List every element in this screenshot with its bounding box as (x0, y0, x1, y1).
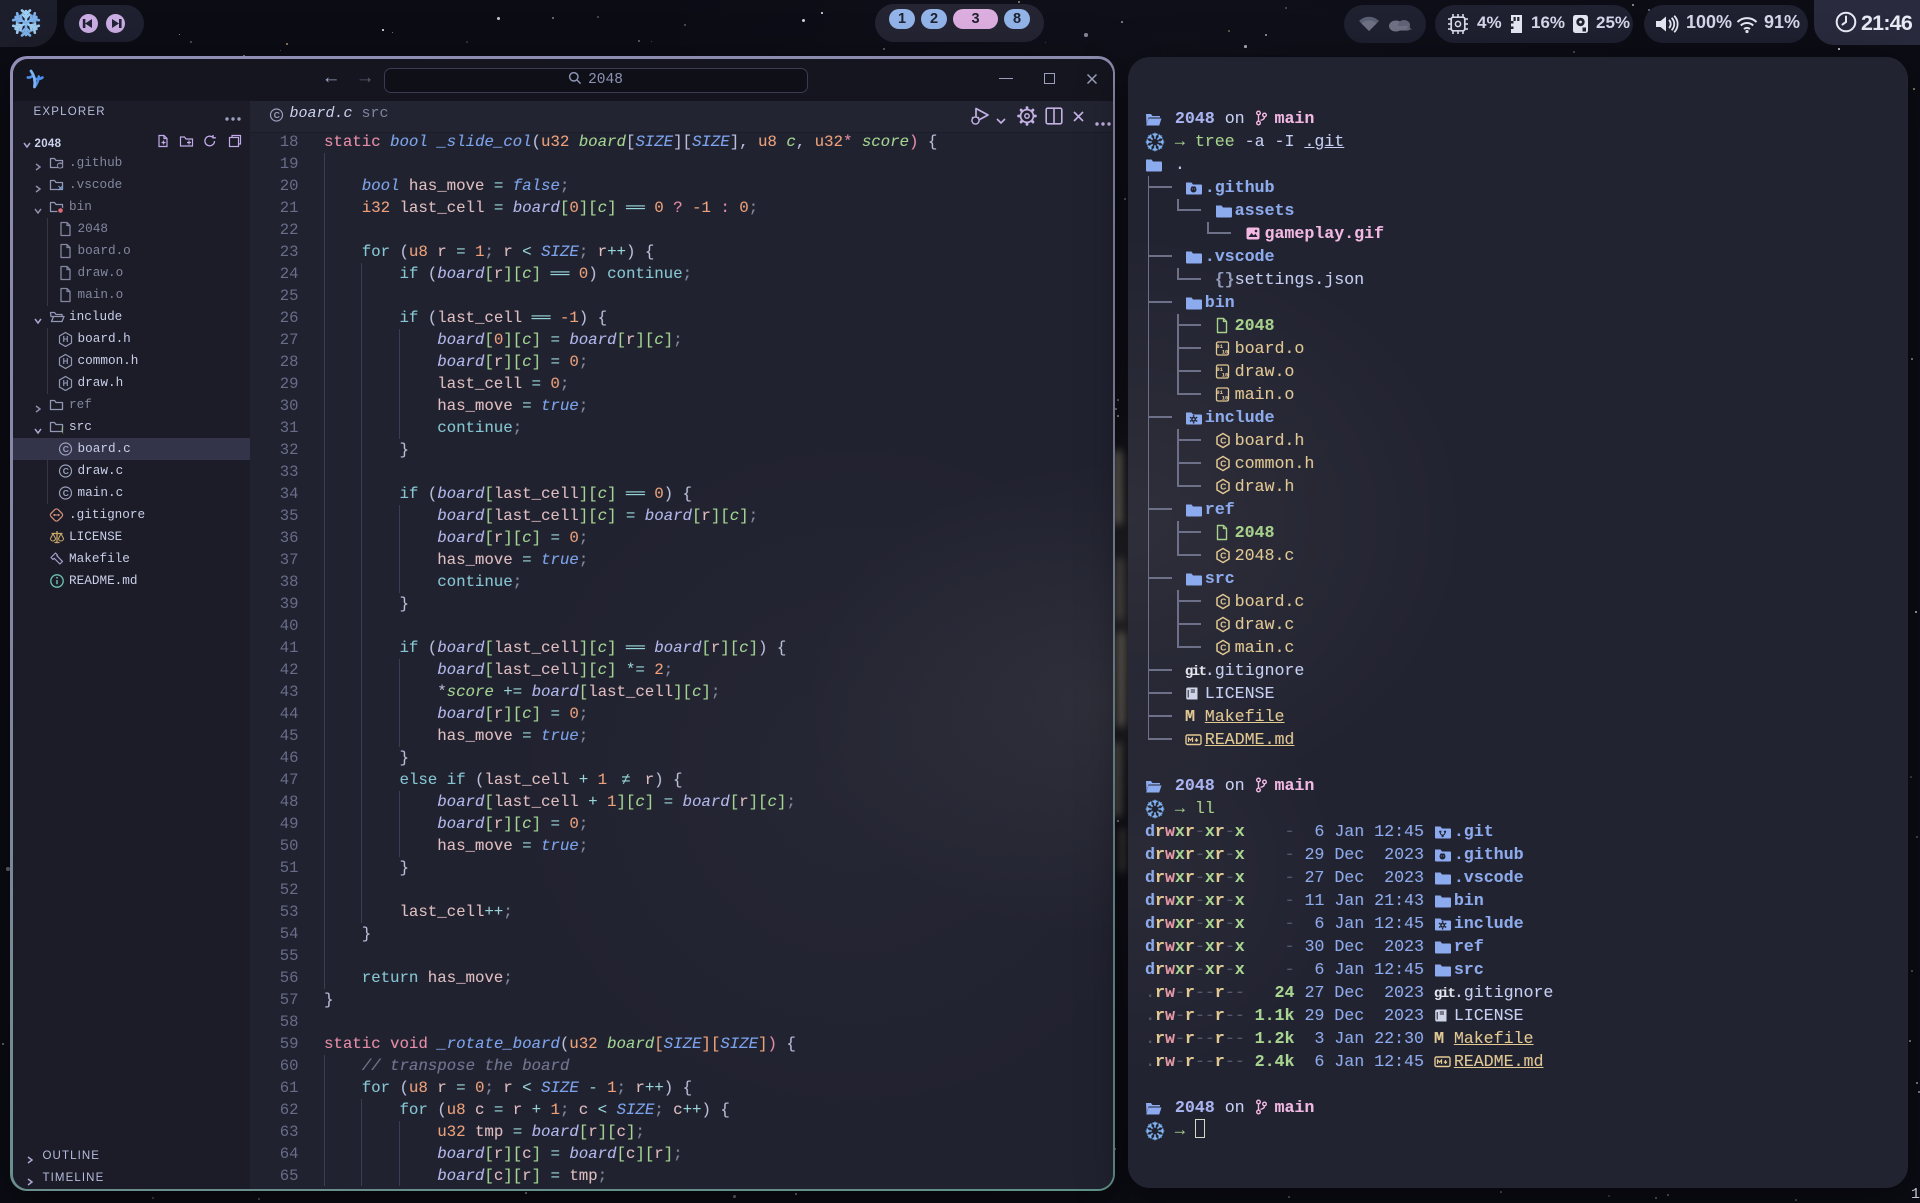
svg-text:10: 10 (1221, 348, 1228, 355)
svg-text:C: C (62, 488, 68, 498)
svg-text:10: 10 (1221, 394, 1228, 401)
svg-text:H: H (62, 335, 68, 344)
svg-text:H: H (62, 357, 68, 366)
svg-text:C: C (273, 110, 279, 120)
svg-text:H: H (62, 379, 68, 388)
svg-text:C: C (1220, 619, 1226, 629)
svg-text:C: C (62, 444, 68, 454)
svg-text:C: C (1220, 596, 1226, 606)
svg-text:C: C (1220, 435, 1226, 445)
svg-text:C: C (1220, 642, 1226, 652)
svg-text:C: C (1220, 550, 1226, 560)
svg-text:(): () (60, 427, 64, 435)
svg-text:C: C (1220, 481, 1226, 491)
svg-text:C: C (62, 466, 68, 476)
svg-text:C: C (1220, 458, 1226, 468)
svg-text:10: 10 (1221, 371, 1228, 378)
